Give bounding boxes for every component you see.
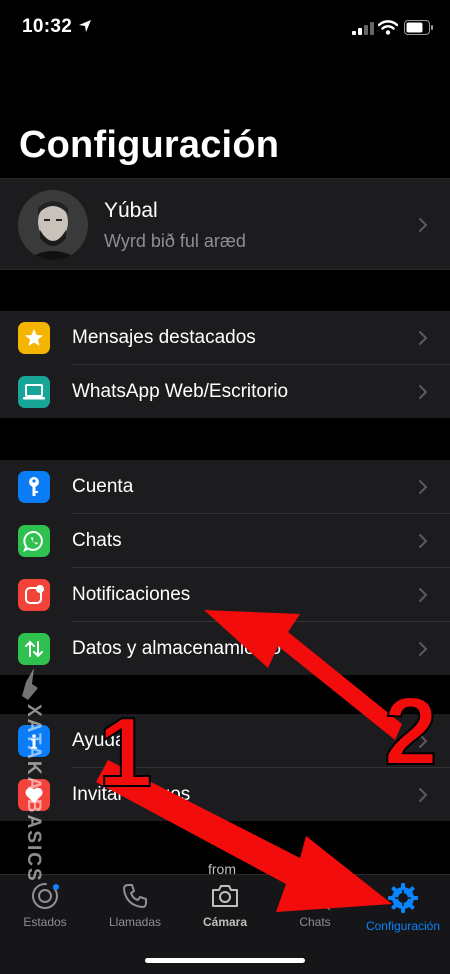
tab-label: Cámara bbox=[202, 915, 248, 929]
settings-group-main: Cuenta Chats Notificaciones Datos y alma… bbox=[0, 460, 450, 675]
avatar[interactable] bbox=[18, 190, 88, 260]
row-label: Cuenta bbox=[72, 476, 134, 497]
laptop-icon bbox=[18, 376, 50, 408]
settings-row-notifications[interactable]: Notificaciones bbox=[0, 568, 450, 621]
settings-row-account[interactable]: Cuenta bbox=[0, 460, 450, 513]
star-icon bbox=[18, 322, 50, 354]
key-icon bbox=[18, 471, 50, 503]
settings-row-starred-messages[interactable]: Mensajes destacados bbox=[0, 311, 450, 364]
settings-row-whatsapp-web[interactable]: WhatsApp Web/Escritorio bbox=[0, 365, 450, 418]
chevron-right-icon bbox=[419, 331, 428, 345]
chevron-right-icon bbox=[419, 218, 428, 232]
whatsapp-icon bbox=[18, 525, 50, 557]
chevron-right-icon bbox=[419, 385, 428, 399]
chevron-right-icon bbox=[419, 642, 428, 656]
location-arrow-icon bbox=[79, 20, 91, 32]
gear-icon bbox=[388, 883, 418, 913]
tab-camara[interactable]: Cámara bbox=[180, 881, 270, 941]
notification-icon bbox=[18, 579, 50, 611]
settings-group-help: Ayuda Invitar amigos bbox=[0, 714, 450, 821]
row-label: WhatsApp Web/Escritorio bbox=[72, 381, 289, 402]
page-title: Configuración bbox=[19, 124, 280, 166]
row-label: Invitar amigos bbox=[72, 784, 191, 805]
home-indicator bbox=[145, 958, 305, 963]
phone-icon bbox=[123, 884, 147, 908]
chevron-right-icon bbox=[419, 588, 428, 602]
chevron-right-icon bbox=[419, 480, 428, 494]
chevron-right-icon bbox=[419, 534, 428, 548]
profile-name: Yúbal bbox=[104, 199, 158, 222]
settings-group-starred: Mensajes destacados WhatsApp Web/Escrito… bbox=[0, 311, 450, 418]
wifi-icon bbox=[378, 20, 398, 35]
tab-chats[interactable]: Chats bbox=[270, 881, 360, 941]
tab-configuracion[interactable]: Configuración bbox=[358, 881, 448, 941]
status-bar: 10:32 bbox=[0, 0, 450, 52]
settings-row-help[interactable]: Ayuda bbox=[0, 714, 450, 767]
row-label: Chats bbox=[72, 530, 122, 551]
chevron-right-icon bbox=[419, 788, 428, 802]
settings-row-invite-friends[interactable]: Invitar amigos bbox=[0, 768, 450, 821]
profile-row[interactable]: Yúbal Wyrd bið ful aræd bbox=[0, 178, 450, 270]
row-label: Ayuda bbox=[72, 730, 126, 751]
watermark-text: XATAKA BASICS bbox=[23, 704, 44, 883]
tab-label: Chats bbox=[299, 915, 331, 929]
settings-row-data-storage[interactable]: Datos y almacenamiento bbox=[0, 622, 450, 675]
tab-llamadas[interactable]: Llamadas bbox=[90, 881, 180, 941]
row-label: Notificaciones bbox=[72, 584, 191, 605]
profile-status: Wyrd bið ful aræd bbox=[104, 231, 246, 251]
camera-icon bbox=[212, 885, 238, 907]
cellular-signal-icon bbox=[352, 22, 374, 35]
settings-row-chats[interactable]: Chats bbox=[0, 514, 450, 567]
tab-label: Llamadas bbox=[108, 915, 162, 929]
battery-icon bbox=[404, 20, 433, 35]
row-label: Mensajes destacados bbox=[72, 327, 256, 348]
chevron-right-icon bbox=[419, 734, 428, 748]
status-time: 10:32 bbox=[22, 16, 73, 37]
tab-label: Configuración bbox=[365, 919, 441, 933]
row-label: Datos y almacenamiento bbox=[72, 638, 282, 659]
chats-icon bbox=[299, 885, 331, 911]
